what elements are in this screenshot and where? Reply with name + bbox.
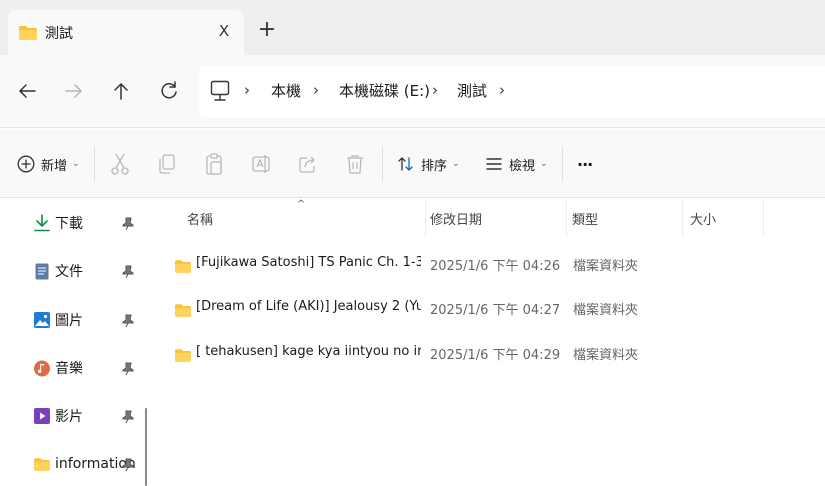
pictures-icon bbox=[34, 312, 50, 328]
copy-button[interactable] bbox=[156, 152, 178, 176]
cut-button[interactable] bbox=[109, 152, 131, 176]
new-tab-button[interactable]: + bbox=[256, 19, 278, 41]
sidebar-item-information[interactable]: information bbox=[34, 452, 144, 476]
pin-icon[interactable] bbox=[122, 361, 134, 380]
sidebar-item-downloads[interactable]: 下載 bbox=[34, 211, 144, 235]
sidebar-item-label: 圖片 bbox=[55, 313, 83, 329]
arrow-up-icon bbox=[114, 83, 128, 100]
navigation-bar: › 本機 › 本機磁碟 (E:) › 測試 › bbox=[0, 55, 825, 128]
new-button[interactable]: 新增 ⌄ bbox=[17, 153, 80, 175]
sidebar-item-label: 影片 bbox=[55, 409, 83, 425]
refresh-icon bbox=[161, 81, 177, 99]
file-modified-date: 2025/1/6 下午 04:29 bbox=[430, 348, 561, 363]
toolbar-divider bbox=[94, 146, 95, 182]
file-name[interactable]: [Dream of Life (AKI)] Jealousy 2 (Yu-Gi-… bbox=[196, 299, 421, 314]
close-tab-button[interactable]: X bbox=[216, 20, 232, 42]
pin-icon[interactable] bbox=[122, 409, 134, 428]
file-type: 檔案資料夾 bbox=[573, 303, 639, 318]
folder-icon bbox=[19, 25, 37, 44]
tab-current[interactable]: 測試 X bbox=[8, 10, 244, 55]
sort-icon bbox=[398, 157, 413, 171]
file-name[interactable]: [Fujikawa Satoshi] TS Panic Ch. 1-3 [En.… bbox=[196, 255, 421, 270]
folder-icon bbox=[175, 347, 191, 366]
more-options-button[interactable]: ··· bbox=[577, 153, 593, 175]
chevron-down-icon: ⌄ bbox=[452, 159, 460, 169]
command-bar: 新增 ⌄ 排序 ⌄ 檢視 ⌄ ··· bbox=[0, 129, 825, 198]
document-icon bbox=[34, 263, 50, 279]
tab-title: 測試 bbox=[45, 26, 73, 42]
address-bar[interactable]: › 本機 › 本機磁碟 (E:) › 測試 › bbox=[199, 66, 825, 117]
file-modified-date: 2025/1/6 下午 04:27 bbox=[430, 303, 561, 318]
sidebar-item-documents[interactable]: 文件 bbox=[34, 259, 144, 283]
chevron-down-icon: ⌄ bbox=[540, 159, 548, 169]
column-divider[interactable] bbox=[763, 199, 764, 237]
sort-button[interactable]: 排序 ⌄ bbox=[397, 153, 460, 175]
pin-icon[interactable] bbox=[122, 457, 134, 476]
share-button[interactable] bbox=[297, 152, 319, 176]
trash-icon bbox=[347, 155, 363, 174]
breadcrumb-separator[interactable]: › bbox=[313, 81, 319, 99]
refresh-button[interactable] bbox=[157, 79, 181, 103]
sidebar-item-music[interactable]: 音樂 bbox=[34, 356, 144, 380]
chevron-down-icon: ⌄ bbox=[72, 159, 80, 169]
pin-icon[interactable] bbox=[122, 216, 134, 235]
pin-icon[interactable] bbox=[122, 264, 134, 283]
breadcrumb-this-pc[interactable]: 本機 bbox=[271, 80, 301, 101]
column-header-name[interactable]: 名稱 bbox=[179, 199, 425, 237]
file-list: ^ 名稱 修改日期 類型 大小 [Fujikawa Satoshi] TS Pa… bbox=[152, 199, 825, 486]
video-icon bbox=[34, 408, 50, 424]
scissors-icon bbox=[111, 153, 129, 175]
rename-icon bbox=[252, 155, 270, 173]
file-row[interactable]: [Dream of Life (AKI)] Jealousy 2 (Yu-Gi-… bbox=[152, 289, 825, 329]
file-modified-date: 2025/1/6 下午 04:26 bbox=[430, 259, 561, 274]
plus-circle-icon bbox=[17, 155, 35, 173]
toolbar-divider bbox=[382, 146, 383, 182]
folder-icon bbox=[175, 258, 191, 277]
file-type: 檔案資料夾 bbox=[573, 348, 639, 363]
breadcrumb-test-folder[interactable]: 測試 bbox=[457, 80, 487, 101]
folder-icon bbox=[34, 456, 50, 472]
sidebar-item-pictures[interactable]: 圖片 bbox=[34, 308, 144, 332]
arrow-left-icon bbox=[19, 84, 36, 98]
download-icon bbox=[34, 214, 50, 232]
breadcrumb-separator[interactable]: › bbox=[432, 81, 438, 99]
view-list-icon bbox=[486, 158, 502, 170]
computer-icon bbox=[210, 80, 230, 106]
sidebar-item-videos[interactable]: 影片 bbox=[34, 404, 144, 428]
column-header-type[interactable]: 類型 bbox=[564, 199, 682, 237]
view-button[interactable]: 檢視 ⌄ bbox=[485, 153, 548, 175]
sidebar-item-label: 音樂 bbox=[55, 361, 83, 377]
file-row[interactable]: [ tehakusen] kage kya iintyou no inraku.… bbox=[152, 334, 825, 374]
breadcrumb-local-disk[interactable]: 本機磁碟 (E:) bbox=[339, 80, 430, 101]
new-button-label: 新增 bbox=[41, 158, 68, 174]
clipboard-icon bbox=[206, 153, 222, 175]
column-header-modified[interactable]: 修改日期 bbox=[422, 199, 566, 237]
file-row[interactable]: [Fujikawa Satoshi] TS Panic Ch. 1-3 [En.… bbox=[152, 245, 825, 285]
file-name[interactable]: [ tehakusen] kage kya iintyou no inraku.… bbox=[196, 344, 421, 359]
tab-strip: 測試 X + bbox=[0, 0, 825, 55]
breadcrumb-separator[interactable]: › bbox=[244, 81, 250, 99]
toolbar-divider bbox=[562, 146, 563, 182]
folder-icon bbox=[175, 302, 191, 321]
file-type: 檔案資料夾 bbox=[573, 259, 639, 274]
sort-button-label: 排序 bbox=[421, 158, 448, 174]
copy-icon bbox=[159, 154, 175, 174]
up-button[interactable] bbox=[109, 79, 133, 103]
navigation-pane: 下載 文件 圖片 音樂 影片 information bbox=[0, 199, 150, 486]
view-button-label: 檢視 bbox=[509, 158, 536, 174]
rename-button[interactable] bbox=[250, 152, 272, 176]
forward-button[interactable] bbox=[62, 79, 86, 103]
delete-button[interactable] bbox=[344, 152, 366, 176]
paste-button[interactable] bbox=[203, 152, 225, 176]
share-icon bbox=[299, 156, 315, 173]
sidebar-scrollbar[interactable] bbox=[145, 408, 147, 486]
music-icon bbox=[34, 360, 50, 376]
sidebar-item-label: 下載 bbox=[55, 216, 83, 232]
breadcrumb-separator[interactable]: › bbox=[499, 81, 505, 99]
sidebar-item-label: 文件 bbox=[55, 264, 83, 280]
back-button[interactable] bbox=[15, 79, 39, 103]
column-header-size[interactable]: 大小 bbox=[682, 199, 762, 237]
arrow-right-icon bbox=[65, 84, 82, 98]
pin-icon[interactable] bbox=[122, 313, 134, 332]
